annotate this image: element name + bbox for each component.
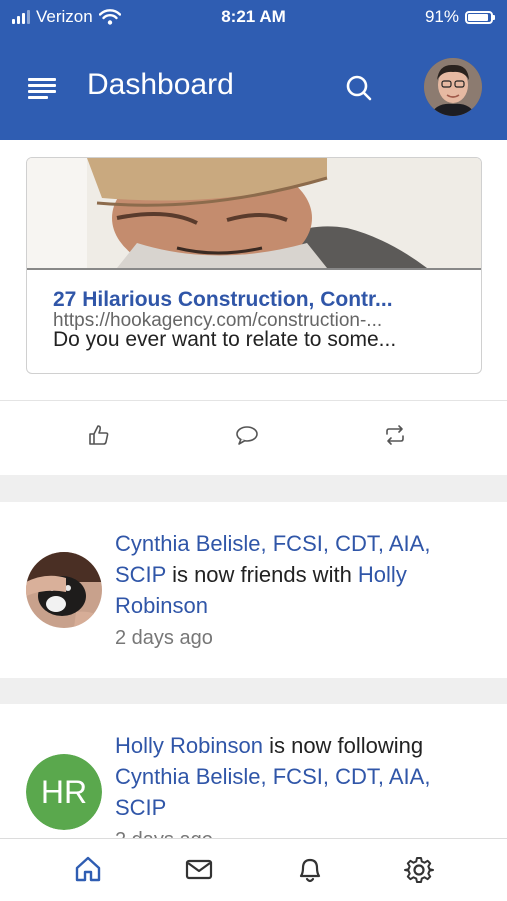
link-description: Do you ever want to relate to some... <box>53 328 397 351</box>
search-icon[interactable] <box>345 74 373 102</box>
comment-icon[interactable] <box>235 424 259 446</box>
battery-icon <box>465 10 495 24</box>
link-preview[interactable]: 27 Hilarious Construction, Contr... http… <box>26 157 482 374</box>
activity-verb: is now following <box>262 733 424 758</box>
bottom-nav <box>0 838 507 901</box>
battery-group: 91% <box>425 7 495 27</box>
gear-icon[interactable] <box>404 855 434 885</box>
activity-verb: is now friends with <box>165 562 358 587</box>
menu-icon[interactable] <box>28 78 58 99</box>
like-icon[interactable] <box>88 424 110 446</box>
activity-avatar[interactable]: HR <box>26 754 102 830</box>
activity-target-link[interactable]: Cynthia Belisle, FCSI, CDT, AIA, SCIP <box>115 764 430 820</box>
home-icon[interactable] <box>74 855 102 883</box>
divider <box>0 400 507 401</box>
activity-text: Cynthia Belisle, FCSI, CDT, AIA, SCIP is… <box>115 528 485 654</box>
avatar-initials: HR <box>26 754 102 830</box>
activity-time: 2 days ago <box>115 825 485 838</box>
activity-time: 2 days ago <box>115 627 213 649</box>
feed: 27 Hilarious Construction, Contr... http… <box>0 140 507 838</box>
activity-text: Holly Robinson is now following Cynthia … <box>115 730 485 838</box>
link-preview-image <box>27 158 481 270</box>
activity-actor-link[interactable]: Holly Robinson <box>115 733 263 758</box>
activity-item: HR Holly Robinson is now following Cynth… <box>0 704 507 838</box>
link-title[interactable]: 27 Hilarious Construction, Contr... <box>53 288 473 312</box>
battery-percent: 91% <box>424 7 459 26</box>
bell-icon[interactable] <box>296 855 324 885</box>
activity-item: Cynthia Belisle, FCSI, CDT, AIA, SCIP is… <box>0 502 507 678</box>
mail-icon[interactable] <box>184 855 214 883</box>
activity-avatar[interactable] <box>26 552 102 628</box>
share-icon[interactable] <box>384 424 406 446</box>
user-avatar[interactable] <box>424 58 482 116</box>
app-bar: Dashboard <box>0 36 507 140</box>
status-bar: Verizon 8:21 AM 91% <box>0 0 507 36</box>
page-title: Dashboard <box>87 68 234 101</box>
post-card: 27 Hilarious Construction, Contr... http… <box>0 140 507 475</box>
